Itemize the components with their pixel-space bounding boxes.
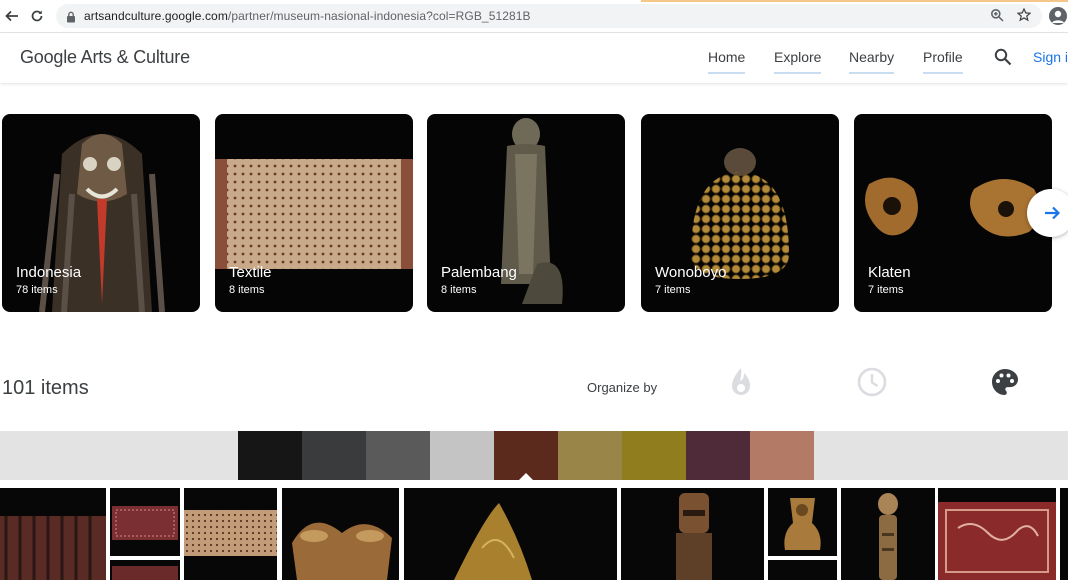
sign-in-link[interactable]: Sign in: [1033, 49, 1068, 65]
loading-bar: [0, 0, 1068, 2]
color-swatch[interactable]: [558, 431, 622, 480]
arrow-right-icon: [1045, 206, 1061, 220]
time-icon[interactable]: [856, 366, 888, 403]
statue-artwork: [501, 118, 563, 304]
selected-color-pointer: [519, 473, 533, 480]
textile-artwork: [215, 159, 413, 269]
popularity-icon[interactable]: [726, 366, 756, 403]
result-tile[interactable]: [110, 488, 180, 556]
mask-artwork: [39, 134, 165, 312]
reload-icon[interactable]: [27, 6, 47, 26]
artwork-thumbnail: [938, 502, 1056, 580]
artwork-thumbnail: [0, 516, 106, 580]
site-header: Google Arts & Culture Home Explore Nearb…: [0, 33, 1068, 83]
color-swatch[interactable]: [366, 431, 430, 480]
collection-count: 78 items: [16, 284, 58, 296]
organize-by-label: Organize by: [587, 380, 658, 395]
url-text[interactable]: artsandculture.google.com/partner/museum…: [84, 9, 531, 23]
collection-title: Klaten: [868, 264, 911, 281]
result-tile[interactable]: [768, 560, 837, 580]
zoom-icon[interactable]: [990, 8, 1006, 24]
result-tile[interactable]: [841, 488, 935, 580]
collection-title: Wonoboyo: [655, 264, 727, 281]
collection-title: Indonesia: [16, 264, 82, 281]
back-arrow-icon[interactable]: [2, 6, 22, 26]
color-swatch[interactable]: [238, 431, 302, 480]
artwork-thumbnail: [184, 510, 277, 556]
result-tile[interactable]: [0, 488, 106, 580]
result-tile[interactable]: [110, 560, 180, 580]
results-count: 101 items: [2, 377, 89, 399]
color-swatch[interactable]: [686, 431, 750, 480]
color-swatch[interactable]: [622, 431, 686, 480]
account-avatar-icon[interactable]: [1049, 7, 1067, 25]
result-tile[interactable]: [1060, 488, 1068, 580]
color-icon[interactable]: [989, 366, 1021, 403]
collection-card-palembang[interactable]: Palembang 8 items: [427, 114, 625, 312]
collection-card-klaten[interactable]: Klaten 7 items: [854, 114, 1052, 312]
browser-toolbar: artsandculture.google.com/partner/museum…: [0, 0, 1068, 33]
result-tile[interactable]: [938, 488, 1056, 580]
lock-icon: [66, 10, 76, 28]
collection-count: 8 items: [441, 284, 477, 296]
collection-card-textile[interactable]: Textile 8 items: [215, 114, 413, 312]
nav-home[interactable]: Home: [708, 49, 746, 74]
artwork-thumbnail: [784, 498, 821, 550]
nav-nearby[interactable]: Nearby: [849, 49, 895, 74]
nav-explore[interactable]: Explore: [774, 49, 822, 74]
color-swatch[interactable]: [302, 431, 366, 480]
artwork-thumbnail: [454, 503, 532, 580]
result-tile[interactable]: [282, 488, 399, 580]
collection-title: Textile: [229, 264, 272, 281]
artwork-thumbnail: [112, 506, 178, 540]
collection-count: 7 items: [868, 284, 904, 296]
gold-vessel-artwork: [691, 148, 789, 279]
artwork-thumbnail: [112, 566, 178, 580]
artwork-thumbnail: [292, 522, 392, 580]
collection-title: Palembang: [441, 264, 517, 281]
collection-card-indonesia[interactable]: Indonesia 78 items: [2, 114, 200, 312]
result-tile[interactable]: [404, 488, 617, 580]
bookmark-star-icon[interactable]: [1016, 7, 1033, 24]
result-tile[interactable]: [184, 488, 277, 580]
collection-count: 7 items: [655, 284, 691, 296]
collection-card-wonoboyo[interactable]: Wonoboyo 7 items: [641, 114, 839, 312]
site-logo[interactable]: Google Arts & Culture: [20, 47, 190, 68]
carousel-next-button[interactable]: [1027, 189, 1068, 237]
artwork-thumbnail: [878, 493, 898, 580]
search-icon[interactable]: [994, 48, 1012, 71]
nav-profile[interactable]: Profile: [923, 49, 963, 74]
color-swatch[interactable]: [750, 431, 814, 480]
result-tile[interactable]: [621, 488, 764, 580]
result-tile[interactable]: [768, 488, 837, 556]
artwork-thumbnail: [676, 493, 712, 580]
collection-count: 8 items: [229, 284, 265, 296]
gold-ornament-artwork: [865, 177, 1041, 237]
color-swatch[interactable]: [430, 431, 494, 480]
